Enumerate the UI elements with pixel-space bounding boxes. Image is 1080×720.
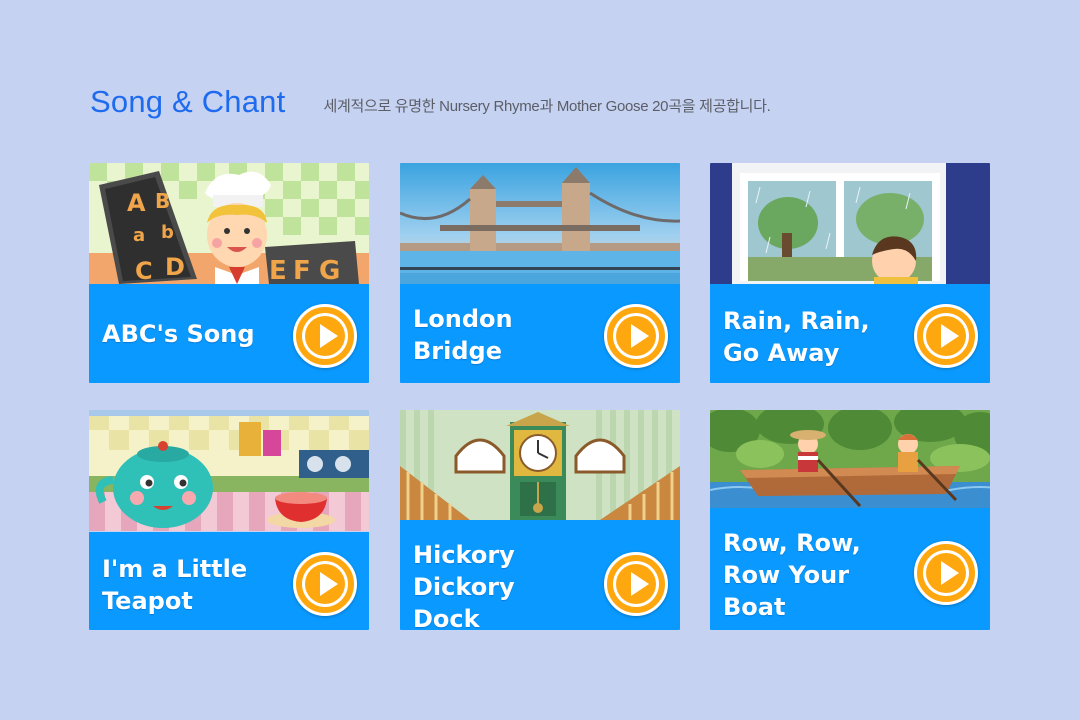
svg-text:C: C (135, 257, 153, 284)
page-subtitle: 세계적으로 유명한 Nursery Rhyme과 Mother Goose 20… (323, 97, 771, 115)
thumbnail-rainy-window (710, 163, 990, 284)
card-band: Row, Row, Row Your Boat (710, 508, 990, 630)
thumbnail-alphabet-chef: A B a b C D E F G (89, 163, 369, 284)
play-button[interactable] (914, 304, 978, 368)
song-title: London Bridge (413, 305, 513, 365)
song-card-teapot[interactable]: I'm a Little Teapot (89, 410, 369, 630)
play-icon (320, 324, 338, 348)
play-button[interactable] (293, 552, 357, 616)
song-card-abc[interactable]: A B a b C D E F G ABC's Song (89, 163, 369, 383)
svg-text:B: B (155, 189, 170, 213)
play-icon (941, 561, 959, 585)
play-icon (941, 324, 959, 348)
song-title: ABC's Song (102, 320, 255, 348)
song-grid: A B a b C D E F G ABC's Song London Brid… (89, 163, 990, 630)
song-card-row-row[interactable]: Row, Row, Row Your Boat (710, 410, 990, 630)
svg-text:E: E (269, 256, 287, 284)
page-title: Song & Chant (90, 84, 286, 119)
song-title: Rain, Rain, Go Away (723, 307, 870, 367)
song-title: Row, Row, Row Your Boat (723, 529, 861, 621)
song-card-hickory-dickory[interactable]: Hickory Dickory Dock (400, 410, 680, 630)
svg-text:A: A (127, 189, 146, 217)
thumbnail-rowing-boat (710, 410, 990, 508)
page-header: Song & Chant 세계적으로 유명한 Nursery Rhyme과 Mo… (90, 84, 771, 120)
svg-text:a: a (133, 225, 145, 246)
card-band: Hickory Dickory Dock (400, 520, 680, 630)
play-button[interactable] (914, 541, 978, 605)
thumbnail-grandfather-clock (400, 410, 680, 520)
thumbnail-tower-bridge (400, 163, 680, 284)
thumbnail-teapot-kitchen (89, 410, 369, 531)
play-icon (320, 572, 338, 596)
svg-text:D: D (165, 253, 185, 281)
song-card-rain-rain[interactable]: Rain, Rain, Go Away (710, 163, 990, 383)
svg-text:b: b (161, 222, 174, 243)
play-button[interactable] (293, 304, 357, 368)
song-title: I'm a Little Teapot (102, 555, 248, 615)
play-button[interactable] (604, 552, 668, 616)
card-band: London Bridge (400, 284, 680, 383)
svg-text:F: F (293, 256, 311, 284)
song-card-london-bridge[interactable]: London Bridge (400, 163, 680, 383)
card-band: Rain, Rain, Go Away (710, 284, 990, 383)
card-band: ABC's Song (89, 284, 369, 383)
song-title: Hickory Dickory Dock (413, 541, 515, 630)
play-button[interactable] (604, 304, 668, 368)
svg-text:G: G (319, 256, 340, 284)
play-icon (631, 324, 649, 348)
play-icon (631, 572, 649, 596)
card-band: I'm a Little Teapot (89, 532, 369, 630)
